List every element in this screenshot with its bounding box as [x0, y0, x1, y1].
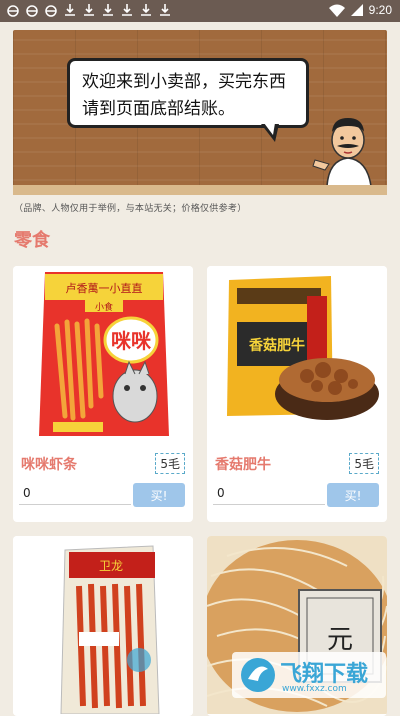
product-card-latiao: 卫龙 — [13, 536, 193, 716]
product-name: 香菇肥牛 — [215, 457, 271, 473]
download-icon — [122, 4, 132, 16]
svg-text:元: 元 — [327, 625, 353, 655]
product-image-spicy-strip: 卫龙 — [13, 536, 193, 714]
product-name: 咪咪虾条 — [21, 457, 77, 473]
download-icon — [84, 4, 94, 16]
buy-button[interactable]: 买! — [133, 483, 185, 507]
watermark-logo-icon — [241, 658, 275, 692]
section-title-snacks: 零食 — [14, 230, 50, 251]
product-price: 5毛 — [349, 453, 379, 474]
site-watermark: 飞翔下载 www.fxxz.com — [232, 652, 386, 698]
product-image-mushroom-beef: 香菇肥牛 — [207, 266, 387, 444]
download-icon — [141, 4, 151, 16]
watermark-url: www.fxxz.com — [282, 684, 347, 694]
buy-button[interactable]: 买! — [327, 483, 379, 507]
svg-text:卢香萬一小直直: 卢香萬一小直直 — [66, 281, 143, 295]
notification-icons — [6, 3, 172, 17]
product-price: 5毛 — [155, 453, 185, 474]
shopkeeper-illustration — [312, 118, 372, 186]
wifi-icon — [328, 4, 345, 17]
welcome-banner: 欢迎来到小卖部，买完东西请到页面底部结账。 — [13, 30, 387, 195]
svg-text:咪咪: 咪咪 — [111, 329, 152, 353]
product-card-feiniu: 香菇肥牛 香菇肥牛 5毛 买! — [207, 266, 387, 522]
signal-icon — [350, 4, 363, 16]
status-bar: 9:20 — [0, 0, 400, 22]
bug-icon — [26, 5, 38, 17]
download-icon — [103, 4, 113, 16]
download-icon — [160, 4, 170, 16]
quantity-input[interactable] — [213, 482, 325, 505]
speech-bubble: 欢迎来到小卖部，买完东西请到页面底部结账。 — [67, 58, 309, 128]
disclaimer-text: （品牌、人物仅用于举例，与本站无关；价格仅供参考） — [14, 204, 247, 214]
bug-icon — [45, 5, 57, 17]
product-card-mimi: 卢香萬一小直直 小食 咪咪 咪咪虾条 5毛 买! — [13, 266, 193, 522]
product-image-mimi-shrimp-stick: 卢香萬一小直直 小食 咪咪 — [13, 266, 193, 444]
quantity-input[interactable] — [19, 482, 131, 505]
svg-text:卫龙: 卫龙 — [99, 559, 123, 573]
download-icon — [65, 4, 75, 16]
clock: 9:20 — [368, 3, 392, 17]
svg-text:香菇肥牛: 香菇肥牛 — [248, 337, 305, 354]
svg-text:小食: 小食 — [95, 301, 113, 313]
bug-icon — [7, 5, 19, 17]
